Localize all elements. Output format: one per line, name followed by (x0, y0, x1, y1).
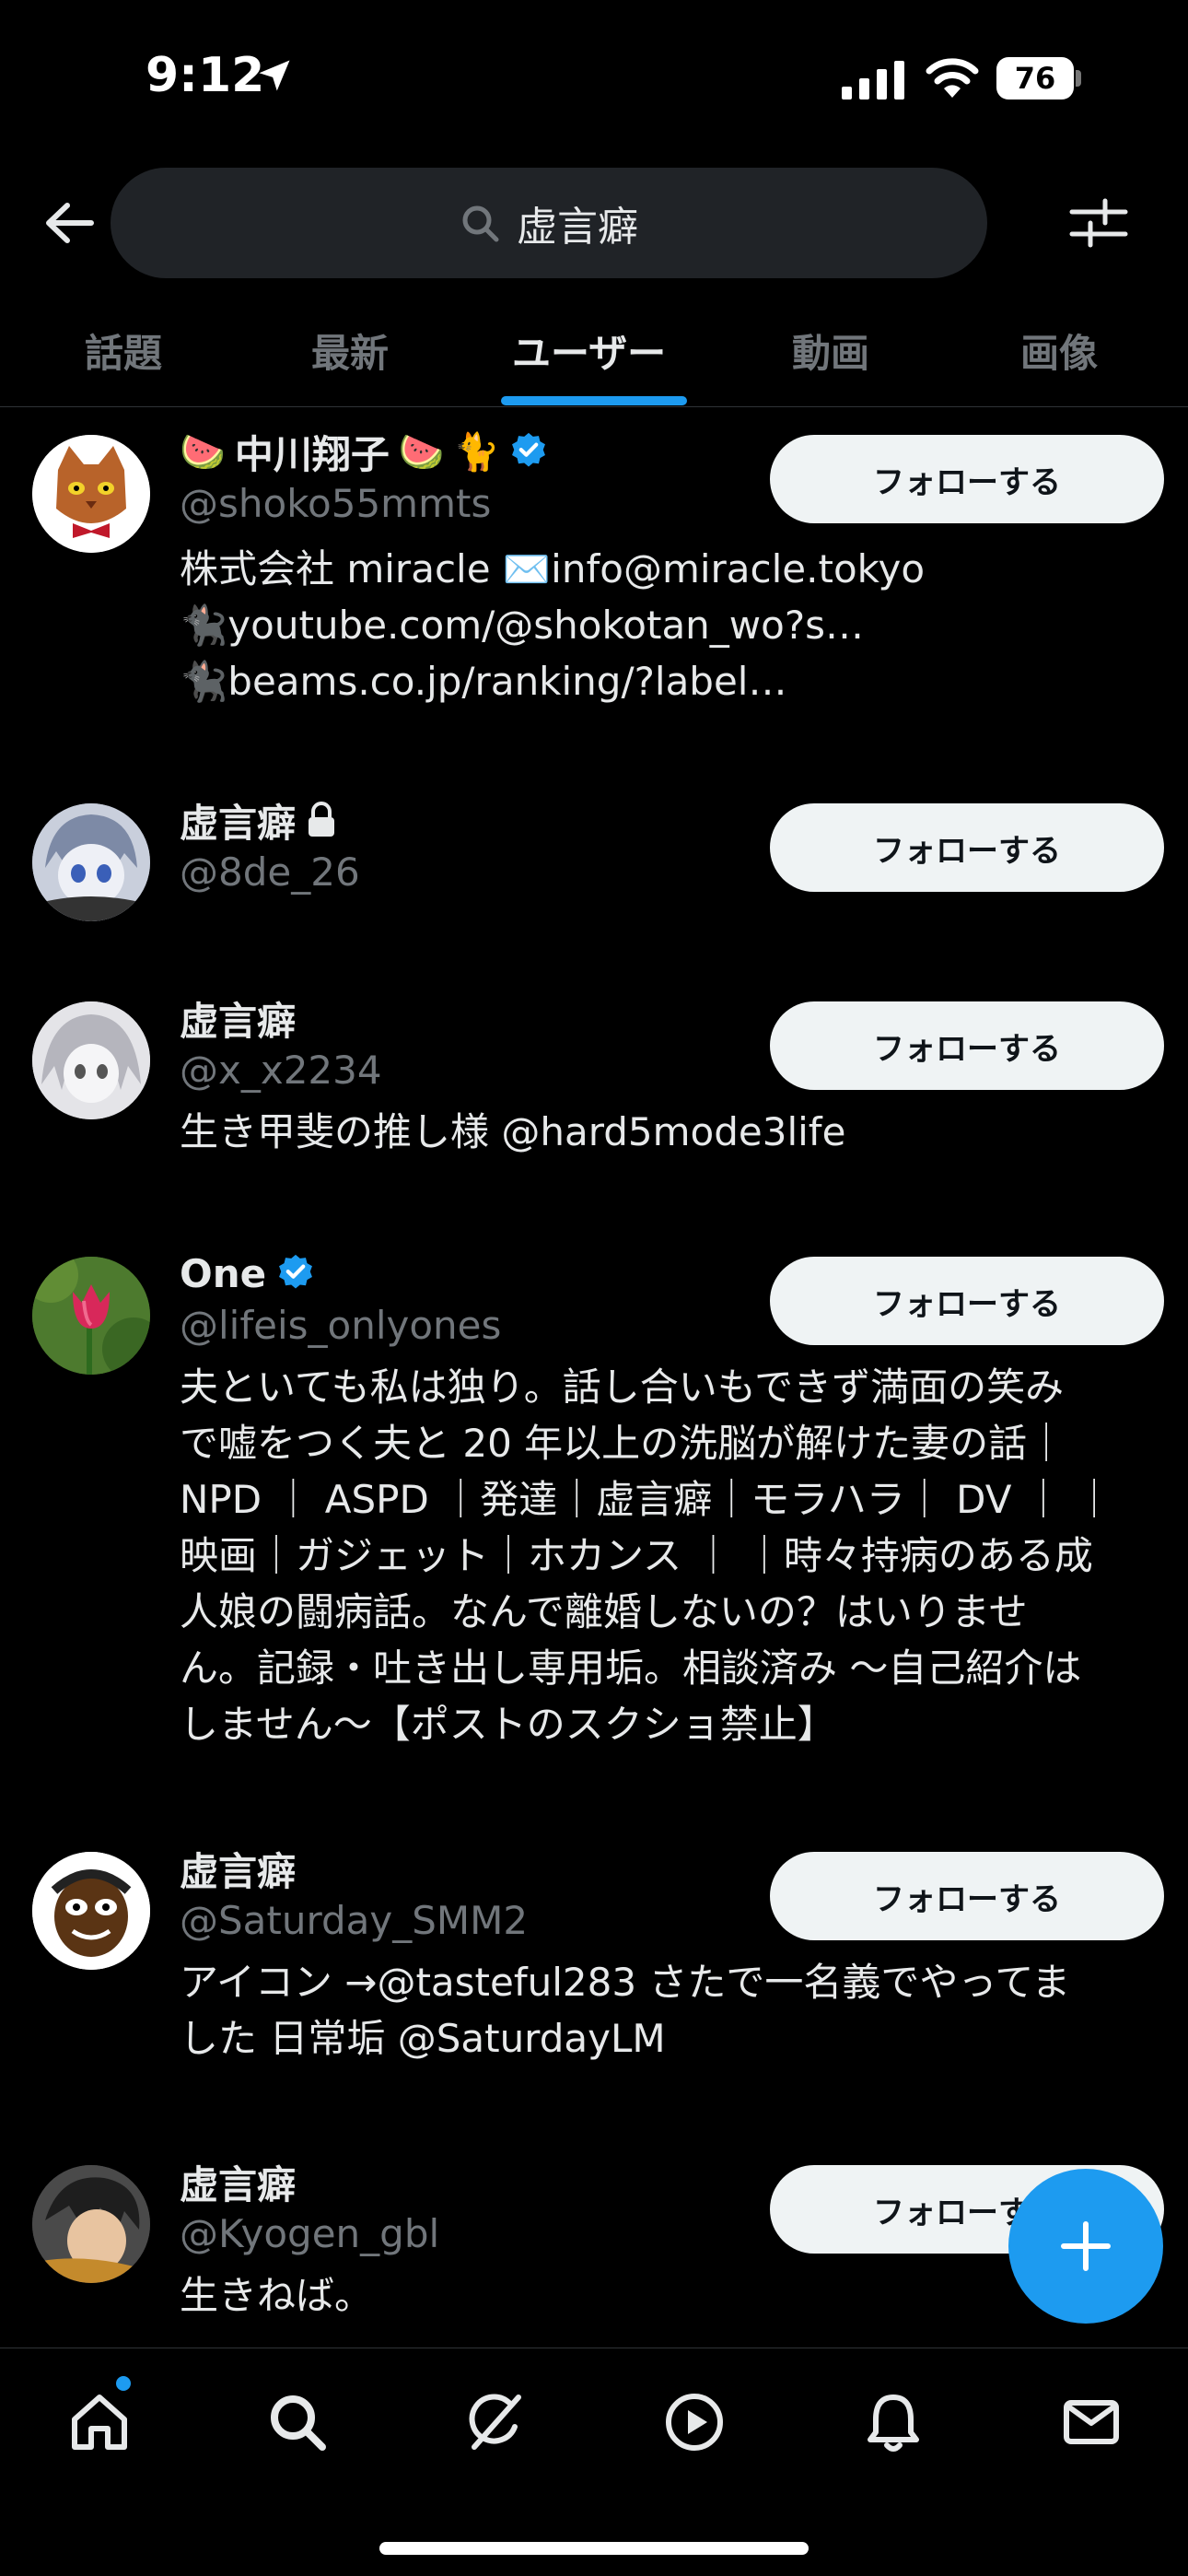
bio-line: ん。記録・吐き出し専用垢。相談済み 〜自己紹介は (180, 1645, 1082, 1691)
user-name: 虚言癖 (180, 800, 297, 846)
bottom-navigation (0, 2348, 1188, 2576)
bell-icon (868, 2395, 919, 2452)
tab-latest[interactable]: 最新 (311, 322, 389, 379)
follow-button[interactable]: フォローする (770, 803, 1164, 892)
tulip-avatar-image (32, 1257, 150, 1375)
anime-avatar-image (32, 1001, 150, 1119)
character-avatar-image (32, 1852, 150, 1970)
verified-badge-icon (279, 1254, 313, 1289)
user-name: 虚言癖 (180, 998, 297, 1044)
tab-videos[interactable]: 動画 (792, 322, 869, 379)
active-tab-indicator (501, 396, 687, 405)
avatar[interactable] (32, 2165, 150, 2283)
nav-search[interactable] (261, 2385, 334, 2459)
bio-line[interactable]: 🐈‍⬛beams.co.jp/ranking/?label… (180, 653, 1142, 709)
avatar[interactable] (32, 1852, 150, 1970)
search-filter-button[interactable] (1068, 195, 1129, 251)
bio-line: 夫といても私は独り。話し合いもできず満面の笑み (180, 1364, 1065, 1410)
bio-line: 映画｜ガジェット｜ホカンス ｜ ｜時々持病のある成 (180, 1533, 1093, 1578)
envelope-icon (1064, 2400, 1119, 2444)
anime-avatar-image (32, 2165, 150, 2283)
bio-line: 人娘の闘病話。なんで離婚しないの？はいりませ (180, 1589, 1028, 1634)
cellular-signal-icon (842, 61, 904, 100)
avatar[interactable] (32, 435, 150, 553)
bio-line: した 日常垢 @SaturdayLM (180, 2016, 666, 2061)
home-icon (72, 2395, 127, 2450)
follow-button[interactable]: フォローする (770, 1001, 1164, 1090)
user-bio: 株式会社 miracle ✉️info@miracle.tokyo 🐈‍⬛you… (180, 541, 1142, 709)
nav-home[interactable] (63, 2385, 136, 2459)
nav-messages[interactable] (1054, 2385, 1128, 2459)
nav-notifications[interactable] (856, 2385, 930, 2459)
lock-icon (309, 802, 335, 837)
wifi-icon (926, 58, 979, 98)
avatar[interactable] (32, 1257, 150, 1375)
plus-icon (1061, 2221, 1111, 2271)
user-bio: 生き甲斐の推し様 @hard5mode3life (180, 1109, 846, 1154)
search-icon (462, 205, 499, 242)
back-button[interactable] (37, 195, 101, 251)
follow-button[interactable]: フォローする (770, 1852, 1164, 1940)
user-name-line: 虚言癖 (180, 794, 360, 846)
status-time: 9:12 (146, 48, 265, 103)
anime-avatar-image (32, 803, 150, 921)
follow-button[interactable]: フォローする (770, 435, 1164, 523)
tab-images[interactable]: 画像 (1020, 322, 1098, 379)
arrow-left-icon (46, 203, 94, 243)
user-bio: 生きねば。 (180, 2273, 374, 2318)
play-circle-icon (666, 2394, 723, 2451)
verified-badge-icon (512, 432, 546, 467)
user-bio: アイコン →@tasteful283 さたで一名義でやってま した 日常垢 @S… (180, 1954, 1142, 2067)
bio-line: 株式会社 miracle ✉️info@miracle.tokyo (180, 546, 926, 591)
follow-button[interactable]: フォローする (770, 1257, 1164, 1345)
nav-grok[interactable] (459, 2385, 532, 2459)
black-cat-icon: 🐈 (453, 430, 500, 474)
user-name: 虚言癖 (180, 1848, 297, 1894)
watermelon-icon: 🍉 (180, 430, 226, 474)
notification-dot (116, 2376, 131, 2391)
search-tabs: 話題 最新 ユーザー 動画 画像 (0, 304, 1188, 407)
search-query: 虚言癖 (517, 204, 638, 251)
tab-trending[interactable]: 話題 (85, 322, 162, 379)
search-input[interactable]: 虚言癖 (111, 168, 987, 278)
avatar[interactable] (32, 803, 150, 921)
tab-users[interactable]: ユーザー (512, 322, 666, 379)
bio-line: しません〜【ポストのスクショ禁止】 (180, 1702, 836, 1747)
battery-level: 76 (996, 57, 1074, 100)
bio-line[interactable]: 🐈‍⬛youtube.com/@shokotan_wo?s… (180, 597, 1142, 653)
bio-line: NPD ｜ ASPD ｜発達｜虚言癖｜モラハラ｜ DV ｜ ｜ (180, 1477, 1114, 1522)
location-arrow-icon (259, 60, 290, 91)
status-bar: 9:12 76 (0, 0, 1188, 157)
user-name: 虚言癖 (180, 2161, 297, 2207)
avatar[interactable] (32, 1001, 150, 1119)
search-results-page: 9:12 76 虚言癖 話題 最新 ユーザー 動画 画像 🍉 中川翔子 🍉 🐈 … (0, 0, 1188, 2576)
nav-video[interactable] (658, 2385, 731, 2459)
user-bio: 夫といても私は独り。話し合いもできず満面の笑み で嘘をつく夫と 20 年以上の洗… (180, 1359, 1142, 1752)
user-handle: @8de_26 (180, 849, 360, 895)
user-name: One (180, 1250, 267, 1296)
bio-line: アイコン →@tasteful283 さたで一名義でやってま (180, 1960, 1071, 2005)
sliders-icon (1069, 198, 1128, 248)
battery-indicator: 76 (996, 57, 1081, 100)
battery-cap (1076, 70, 1081, 87)
bio-line: で嘘をつく夫と 20 年以上の洗脳が解けた妻の話｜ (180, 1421, 1066, 1466)
search-icon (271, 2395, 326, 2451)
grok-icon (469, 2394, 521, 2450)
user-name: 中川翔子 (234, 431, 390, 477)
cat-avatar-image (32, 435, 150, 553)
compose-button[interactable] (1008, 2169, 1163, 2324)
home-indicator[interactable] (379, 2542, 809, 2555)
watermelon-icon: 🍉 (398, 430, 445, 474)
